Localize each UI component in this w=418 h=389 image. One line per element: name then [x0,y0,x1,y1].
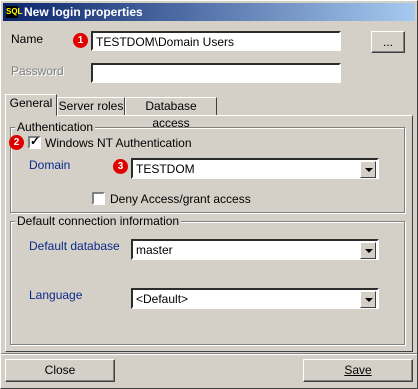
save-button[interactable]: Save [303,359,413,382]
domain-value: TESTDOM [136,162,195,176]
default-connection-group-title: Default connection information [15,214,182,228]
browse-button[interactable]: ... [371,31,405,53]
close-button[interactable]: Close [5,359,115,382]
marker-1: 1 [73,33,88,48]
browse-label: ... [382,35,393,49]
marker-2: 2 [9,135,24,150]
marker-3: 3 [113,159,128,174]
language-select[interactable]: <Default> [131,288,379,309]
tab-database-access[interactable]: Database access [125,97,217,130]
domain-label: Domain [29,158,71,172]
password-label: Password [11,64,64,78]
default-database-select[interactable]: master [131,239,379,260]
save-button-label: Save [344,363,372,377]
name-label: Name [11,32,44,46]
login-properties-window: SQL New login properties Name 1 TESTDOM\… [0,0,418,389]
tab-server-roles-label: Server roles [58,99,124,113]
windows-nt-auth-checkbox[interactable]: ✓ [28,134,41,149]
authentication-group-title: Authentication [15,120,96,134]
windows-nt-auth-label: Windows NT Authentication [45,136,192,150]
chevron-down-icon[interactable] [360,291,376,308]
deny-access-checkbox[interactable] [92,192,105,205]
chevron-down-icon[interactable] [360,161,376,178]
language-value: <Default> [136,292,189,306]
footer-divider [1,353,417,355]
name-input[interactable]: TESTDOM\Domain Users [91,31,341,51]
chevron-down-icon[interactable] [360,242,376,259]
tab-server-roles[interactable]: Server roles [57,97,125,116]
tab-general[interactable]: General [5,94,57,116]
tab-general-label: General [9,96,53,110]
language-label: Language [29,288,83,302]
domain-select[interactable]: TESTDOM [131,158,379,179]
close-button-label: Close [44,363,76,377]
window-title: New login properties [24,5,143,19]
app-icon: SQL [6,6,23,18]
checkmark-icon: ✓ [30,134,41,148]
default-database-value: master [136,243,173,257]
password-input[interactable] [91,63,341,83]
deny-access-label: Deny Access/grant access [110,192,251,206]
title-bar[interactable]: SQL New login properties [3,3,415,21]
name-value: TESTDOM\Domain Users [96,35,235,49]
default-database-label: Default database [29,239,120,253]
